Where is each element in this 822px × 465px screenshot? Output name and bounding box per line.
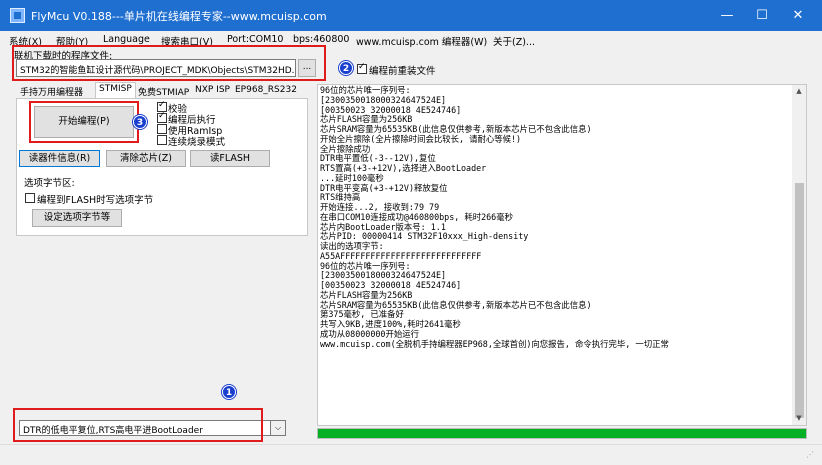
annotation-badge-3: 3 (133, 115, 147, 129)
title-bar[interactable]: FlyMcu V0.188---单片机在线编程专家--www.mcuisp.co… (0, 0, 822, 31)
tab-stmisp[interactable]: STMISP (95, 82, 136, 99)
scroll-down-icon[interactable]: ▼ (792, 414, 806, 426)
menu-language[interactable]: Language (103, 34, 150, 45)
set-option-bytes-button[interactable]: 设定选项字节等 (32, 209, 122, 227)
tab-nxp-isp[interactable]: NXP ISP (192, 84, 233, 98)
annotation-badge-2: 2 (339, 61, 353, 75)
annotation-badge-1: 1 (222, 385, 236, 399)
annotation-box-file (12, 45, 326, 81)
tab-ep968-rs232[interactable]: EP968_RS232 (232, 84, 300, 98)
flymcu-window: FlyMcu V0.188---单片机在线编程专家--www.mcuisp.co… (0, 0, 822, 465)
annotation-box-start (29, 101, 139, 143)
tab-handheld-programmer[interactable]: 手持万用编程器 (17, 84, 86, 98)
continuous-mode-label: 连续烧录模式 (168, 137, 226, 148)
menu-bps[interactable]: bps:460800 (293, 34, 349, 45)
use-ramisp-checkbox[interactable] (157, 124, 167, 134)
run-after-program-checkbox[interactable] (157, 111, 167, 123)
close-button[interactable]: ✕ (778, 0, 818, 31)
log-line: www.mcuisp.com(全脱机手持编程器EP968,全球首创)向您报告, … (320, 338, 669, 349)
reload-file-checkbox[interactable] (357, 62, 367, 74)
tab-free-stmiap[interactable]: 免费STMIAP (135, 84, 192, 98)
continuous-mode-checkbox[interactable] (157, 135, 167, 145)
scroll-up-icon[interactable]: ▲ (792, 87, 806, 99)
menu-programmer[interactable]: www.mcuisp.com 编程器(W) (356, 34, 487, 48)
reload-file-label: 编程前重装文件 (369, 66, 436, 77)
app-icon (10, 8, 25, 23)
progress-bar (317, 428, 807, 439)
log-line: DTR电平变高(+3-+12V)释放复位 (320, 182, 448, 193)
menu-about[interactable]: 关于(Z)... (493, 34, 535, 48)
log-line: 开始全片擦除(全片擦除时间会比较长, 请耐心等候!) (320, 133, 522, 144)
resize-grip-icon[interactable]: ⋰ (806, 450, 814, 459)
log-lines: 96位的芯片唯一序列号: [2300350018000324647524E] [00… (320, 85, 669, 349)
scroll-thumb[interactable] (795, 183, 804, 418)
output-log[interactable]: 96位的芯片唯一序列号: [2300350018000324647524E] [00… (317, 84, 807, 426)
annotation-box-boot-mode (13, 408, 263, 442)
status-bar (0, 444, 822, 465)
maximize-button[interactable]: ☐ (742, 0, 782, 31)
chevron-down-icon[interactable]: ⌵ (270, 420, 286, 436)
read-device-info-button[interactable]: 读器件信息(R) (19, 150, 100, 167)
write-option-bytes-checkbox[interactable] (25, 193, 35, 203)
option-bytes-label: 选项字节区: (24, 178, 75, 189)
minimize-button[interactable]: — (707, 0, 747, 31)
read-flash-button[interactable]: 读FLASH (190, 150, 270, 167)
write-option-bytes-label: 编程到FLASH时写选项字节 (37, 195, 154, 206)
menu-port[interactable]: Port:COM10 (227, 34, 283, 45)
clear-chip-button[interactable]: 清除芯片(Z) (106, 150, 186, 167)
window-title: FlyMcu V0.188---单片机在线编程专家--www.mcuisp.co… (31, 10, 327, 23)
